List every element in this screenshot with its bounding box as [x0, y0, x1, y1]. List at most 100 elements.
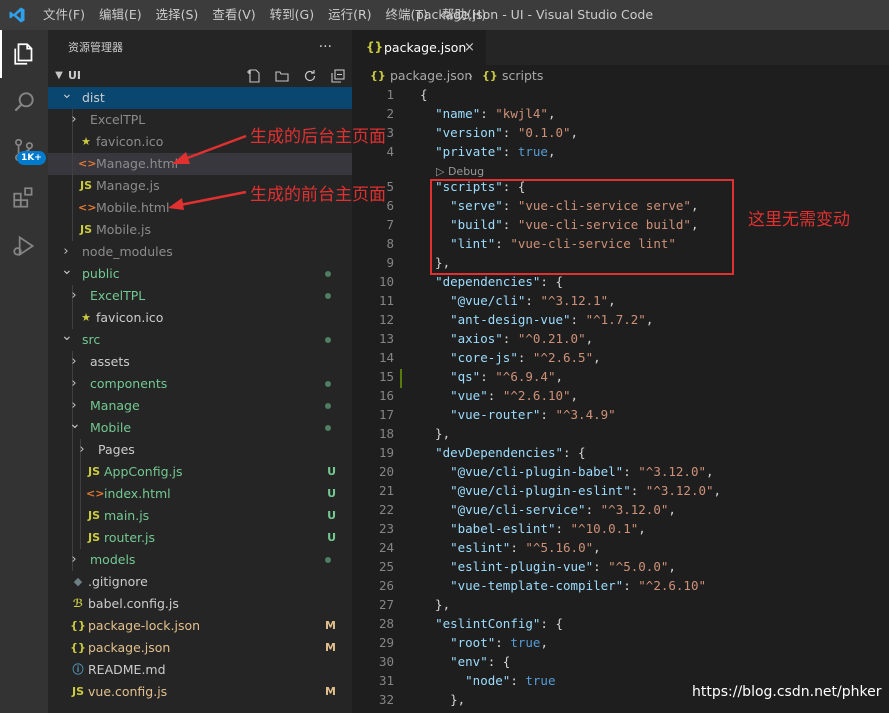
git-status-badge: U	[327, 531, 336, 544]
menu-item[interactable]: 文件(F)	[36, 0, 92, 30]
indent-guide	[72, 219, 73, 241]
indent-guide	[72, 131, 73, 153]
code-token: "eslint"	[450, 540, 511, 555]
indent-guide	[72, 461, 73, 483]
code-token: "^2.6.10"	[638, 578, 706, 593]
code-token: ,	[547, 144, 556, 159]
code-line: "eslint-plugin-vue": "^5.0.0",	[420, 559, 676, 574]
new-folder-icon[interactable]	[274, 68, 290, 84]
code-token: },	[420, 426, 451, 441]
source-control-icon[interactable]: 1K+	[0, 126, 48, 174]
vscode-logo-icon	[9, 7, 25, 23]
code-token: :	[480, 106, 496, 121]
code-token: :	[623, 578, 639, 593]
tree-item-label: public	[82, 266, 120, 281]
json-file-icon: {}	[70, 641, 86, 654]
debug-codelens[interactable]: ▷ Debug	[436, 165, 484, 178]
tree-item-label: assets	[90, 354, 130, 369]
tree-item[interactable]: <> Manage.html	[48, 153, 352, 175]
tree-item[interactable]: ℬbabel.config.js	[48, 593, 352, 615]
tree-item[interactable]: › node_modules	[48, 241, 352, 263]
tree-item[interactable]: › Pages	[48, 439, 352, 461]
git-status-dot	[325, 403, 331, 409]
tree-item-label: models	[90, 552, 136, 567]
tab-bar: {} package.json ×	[352, 30, 889, 65]
git-status-badge: M	[325, 641, 336, 654]
tree-item[interactable]: JS vue.config.js M	[48, 681, 352, 703]
tree-item[interactable]: {} package.json M	[48, 637, 352, 659]
tree-item[interactable]: ⓘ README.md	[48, 659, 352, 681]
close-icon[interactable]: ×	[464, 30, 475, 65]
search-icon[interactable]	[0, 78, 48, 126]
line-number: 7	[386, 217, 394, 232]
code-token: {	[420, 87, 428, 102]
code-token: },	[420, 692, 466, 707]
menu-item[interactable]: 编辑(E)	[92, 0, 149, 30]
tree-item[interactable]: JS AppConfig.js U	[48, 461, 352, 483]
code-token: ,	[668, 559, 676, 574]
menu-item[interactable]: 选择(S)	[149, 0, 206, 30]
tree-item[interactable]: <> index.html U	[48, 483, 352, 505]
code-token: "^10.0.1"	[570, 521, 639, 536]
tree-item[interactable]: {} package-lock.json M	[48, 615, 352, 637]
tree-item[interactable]: ⌄ dist	[48, 86, 352, 109]
html-file-icon: <>	[78, 157, 97, 170]
menu-item[interactable]: 转到(G)	[263, 0, 321, 30]
code-token: "private"	[435, 144, 503, 159]
code-token: :	[570, 312, 586, 327]
code-token: ,	[593, 350, 601, 365]
tree-item[interactable]: ◆ .gitignore	[48, 571, 352, 593]
code-token: "^3.12.0"	[600, 502, 669, 517]
tab-package-json[interactable]: {} package.json ×	[352, 30, 486, 65]
tree-item[interactable]: ⌄ Mobile	[48, 416, 352, 439]
code-token: "^5.16.0"	[525, 540, 594, 555]
tree-item[interactable]: JS Mobile.js	[48, 219, 352, 241]
tree-item[interactable]: JS router.js U	[48, 527, 352, 549]
menu-item[interactable]: 终端(T)	[379, 0, 435, 30]
breadcrumb-file[interactable]: package.json	[390, 65, 472, 87]
babel-file-icon: ℬ	[72, 597, 84, 610]
tree-item[interactable]: JS main.js U	[48, 505, 352, 527]
more-actions-icon[interactable]: ···	[319, 30, 332, 65]
code-token: "^6.9.4"	[495, 369, 556, 384]
code-token: :	[540, 407, 556, 422]
indent-guide	[72, 483, 73, 505]
explorer-title-text: 资源管理器	[68, 41, 123, 54]
code-token: "core-js"	[450, 350, 518, 365]
git-status-dot	[325, 425, 331, 431]
tree-item[interactable]: ⌄ public	[48, 262, 352, 285]
menu-item[interactable]: 查看(V)	[205, 0, 262, 30]
tree-item[interactable]: ⌄ src	[48, 328, 352, 351]
code-token: :	[623, 464, 639, 479]
code-token: :	[510, 673, 526, 688]
tree-item[interactable]: › components	[48, 373, 352, 395]
workspace-root[interactable]: ▼ UI	[48, 65, 352, 87]
line-number: 25	[378, 559, 394, 574]
git-status-badge: U	[327, 487, 336, 500]
menu-item[interactable]: 运行(R)	[321, 0, 378, 30]
tree-item[interactable]: › ExcelTPL	[48, 285, 352, 307]
code-token: :	[502, 331, 518, 346]
code-token: :	[585, 502, 601, 517]
tree-item[interactable]: › models	[48, 549, 352, 571]
indent-guide	[72, 175, 73, 197]
breadcrumb-symbol[interactable]: scripts	[502, 65, 543, 87]
js-file-icon: JS	[79, 179, 92, 192]
tree-item-label: components	[90, 376, 168, 391]
refresh-icon[interactable]	[302, 68, 318, 84]
tree-item[interactable]: › Manage	[48, 395, 352, 417]
explorer-icon[interactable]	[0, 30, 48, 78]
indent-guide	[80, 505, 81, 527]
code-token: "@vue/cli-plugin-babel"	[450, 464, 624, 479]
new-file-icon[interactable]	[246, 68, 262, 84]
tree-item[interactable]: › assets	[48, 351, 352, 373]
collapse-all-icon[interactable]	[330, 68, 346, 84]
extensions-icon[interactable]	[0, 174, 48, 222]
code-line: "@vue/cli-service": "^3.12.0",	[420, 502, 676, 517]
tree-item[interactable]: ★ favicon.ico	[48, 307, 352, 329]
menu-item[interactable]: 帮助(H)	[435, 0, 493, 30]
run-debug-icon[interactable]	[0, 222, 48, 270]
star-file-icon: ★	[81, 311, 91, 324]
